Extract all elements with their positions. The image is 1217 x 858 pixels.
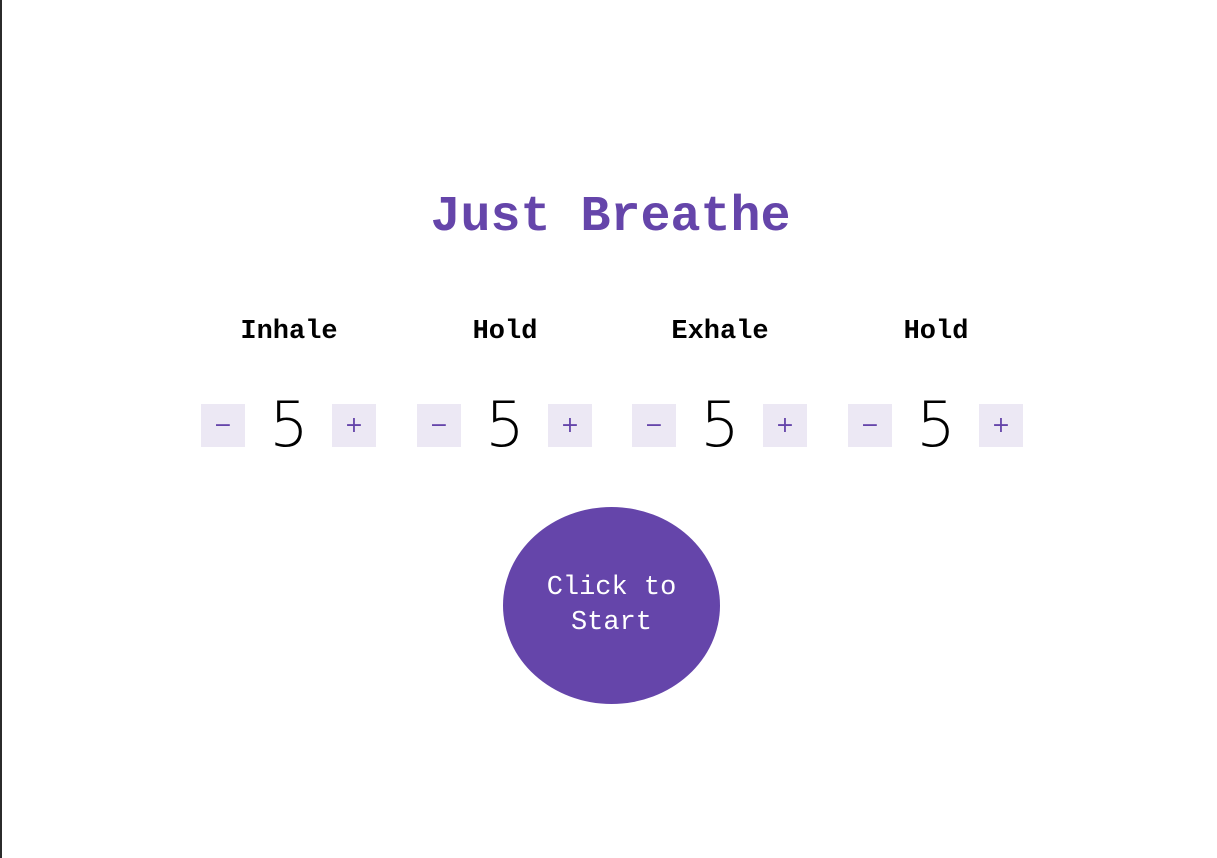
phase-label: Hold <box>903 317 969 347</box>
inhale-increase-button[interactable]: + <box>332 404 376 447</box>
phase-label: Inhale <box>240 317 338 347</box>
page-title: Just Breathe <box>430 189 791 246</box>
phase-label: Exhale <box>671 317 769 347</box>
hold-1-increase-button[interactable]: + <box>548 404 592 447</box>
phase-value: 5 <box>269 388 309 461</box>
phase-value: 5 <box>700 388 740 461</box>
phase-inhale: Inhale − 5 + <box>189 312 389 462</box>
exhale-increase-button[interactable]: + <box>763 404 807 447</box>
hold-1-decrease-button[interactable]: − <box>417 404 461 447</box>
start-button-label: Click to Start <box>546 572 677 638</box>
phase-value: 5 <box>916 388 956 461</box>
hold-2-decrease-button[interactable]: − <box>848 404 892 447</box>
phase-value: 5 <box>485 388 525 461</box>
phase-hold-2: Hold − 5 + <box>836 312 1036 462</box>
phase-exhale: Exhale − 5 + <box>620 312 820 462</box>
inhale-decrease-button[interactable]: − <box>201 404 245 447</box>
phase-hold-1: Hold − 5 + <box>405 312 605 462</box>
hold-2-increase-button[interactable]: + <box>979 404 1023 447</box>
exhale-decrease-button[interactable]: − <box>632 404 676 447</box>
start-button[interactable]: Click to Start <box>503 507 720 704</box>
phase-label: Hold <box>472 317 538 347</box>
